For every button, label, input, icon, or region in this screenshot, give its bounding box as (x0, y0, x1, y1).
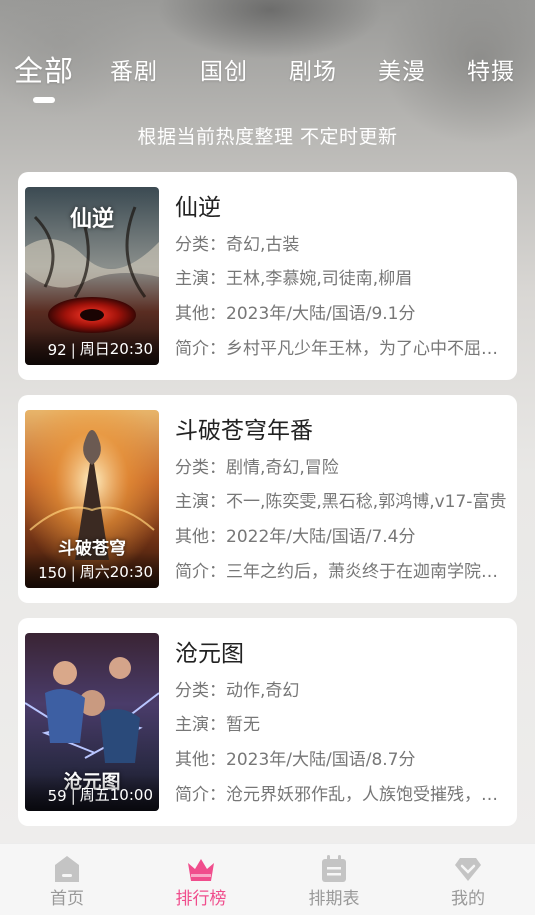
item-intro: 简介：沧元界妖邪作乱，人族饱受摧残，少年孟川立志斩妖 (175, 785, 509, 805)
episode-count: 92 (47, 341, 67, 359)
tab-guochuang[interactable]: 国创 (200, 52, 248, 86)
tab-tokusatsu[interactable]: 特摄 (467, 52, 515, 86)
item-genre: 分类：剧情,奇幻,冒险 (175, 458, 339, 478)
poster-image: 斗破苍穹 150 | 周六20:30 (25, 410, 159, 588)
home-icon (55, 856, 79, 882)
poster-image: 仙逆 92 | 周日20:30 (25, 187, 159, 365)
tab-theater[interactable]: 剧场 (289, 52, 337, 86)
tabbar-ranking-label: 排行榜 (175, 889, 227, 909)
item-title: 仙逆 (175, 195, 221, 221)
item-intro: 简介：三年之约后，萧炎终于在迦南学院见到了萧薰儿 (175, 562, 509, 582)
list-item[interactable]: 仙逆 92 | 周日20:30 仙逆 分类：奇幻,古装 主演：王林,李慕婉,司徒南,… (18, 172, 517, 380)
tabbar-schedule-label: 排期表 (308, 889, 360, 909)
list-item[interactable]: 斗破苍穹 150 | 周六20:30 斗破苍穹年番 分类：剧情,奇幻,冒险 主演：不… (18, 395, 517, 603)
tabbar-home[interactable]: 首页 (0, 844, 134, 915)
calendar-icon (322, 855, 346, 882)
item-genre: 分类：动作,奇幻 (175, 681, 300, 701)
tab-anime[interactable]: 番剧 (110, 52, 158, 86)
diamond-icon (455, 858, 481, 881)
item-cast: 主演：王林,李慕婉,司徒南,柳眉 (175, 269, 413, 289)
item-other: 其他：2023年/大陆/国语/8.7分 (175, 750, 416, 770)
item-other: 其他：2023年/大陆/国语/9.1分 (175, 304, 416, 324)
item-genre: 分类：奇幻,古装 (175, 235, 300, 255)
item-cast: 主演：暂无 (175, 715, 260, 735)
tabbar-ranking[interactable]: 排行榜 (134, 844, 268, 915)
item-title: 沧元图 (175, 641, 244, 667)
item-other: 其他：2022年/大陆/国语/7.4分 (175, 527, 416, 547)
poster-title: 仙逆 (69, 206, 114, 232)
item-intro: 简介：乡村平凡少年王林，为了心中不屈的执念，踏上修仙之路 (175, 339, 509, 359)
episode-count: 59 (47, 787, 67, 805)
air-time: 周五10:00 (79, 786, 153, 804)
item-title: 斗破苍穹年番 (175, 418, 313, 444)
poster-image: 沧元图 59|周五10:00 (25, 633, 159, 811)
episode-badge: 150 | 周六20:30 (25, 552, 159, 588)
tabbar-mine-label: 我的 (451, 889, 485, 909)
crown-icon (188, 859, 214, 881)
tabbar-home-label: 首页 (50, 889, 84, 909)
category-tabs: 全部 番剧 国创 剧场 美漫 特摄 (0, 52, 535, 102)
episode-badge: 92 | 周日20:30 (25, 329, 159, 365)
item-cast: 主演：不一,陈奕雯,黑石稔,郭鸿博,v17-富贵 (175, 492, 507, 512)
tabbar-schedule[interactable]: 排期表 (267, 844, 401, 915)
air-time: 周日20:30 (79, 340, 153, 358)
bottom-tab-bar: 首页 排行榜 排期表 我的 (0, 843, 535, 915)
tabbar-mine[interactable]: 我的 (401, 844, 535, 915)
active-tab-indicator (33, 97, 55, 103)
tab-american[interactable]: 美漫 (378, 52, 426, 86)
tab-all[interactable]: 全部 (14, 48, 74, 90)
episode-count: 150 (38, 564, 67, 582)
episode-badge: 59 | 周五10:00 (25, 775, 159, 811)
ranking-subtitle: 根据当前热度整理 不定时更新 (137, 126, 398, 148)
list-item[interactable]: 沧元图 59|周五10:00 沧元图 分类：动作,奇幻 主演：暂无 其他：202… (18, 618, 517, 826)
air-time: 周六20:30 (79, 563, 153, 581)
